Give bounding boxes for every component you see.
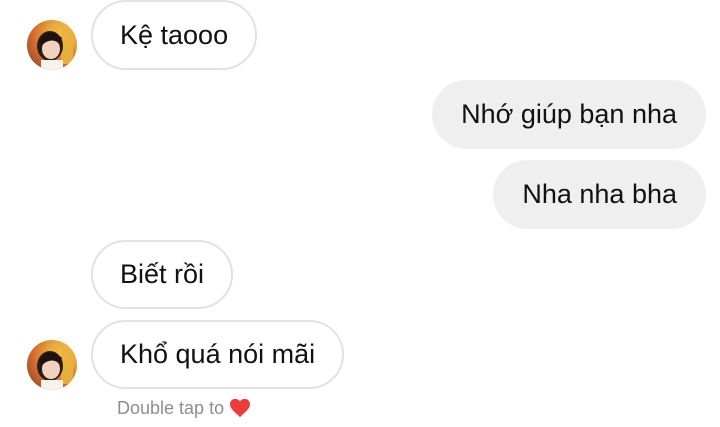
- sender-avatar[interactable]: [27, 340, 77, 390]
- double-tap-hint: Double tap to: [117, 396, 251, 420]
- hint-text: Double tap to: [117, 397, 225, 418]
- message-text: Nhớ giúp bạn nha: [461, 99, 677, 129]
- message-bubble-incoming[interactable]: Khổ quá nói mãi: [91, 320, 345, 389]
- message-text: Khổ quá nói mãi: [120, 339, 316, 369]
- message-text: Biết rồi: [120, 259, 205, 289]
- message-bubble-incoming[interactable]: Biết rồi: [91, 240, 234, 309]
- message-text: Nha nha bha: [522, 179, 677, 209]
- message-bubble-outgoing[interactable]: Nhớ giúp bạn nha: [432, 80, 706, 149]
- message-bubble-outgoing[interactable]: Nha nha bha: [493, 160, 706, 229]
- message-text: Kệ taooo: [120, 19, 229, 50]
- avatar-photo: [37, 344, 73, 390]
- message-bubble-incoming[interactable]: Kệ taooo: [91, 0, 258, 70]
- sender-avatar[interactable]: [27, 20, 77, 70]
- heart-icon: [230, 398, 251, 418]
- avatar-photo: [37, 24, 73, 70]
